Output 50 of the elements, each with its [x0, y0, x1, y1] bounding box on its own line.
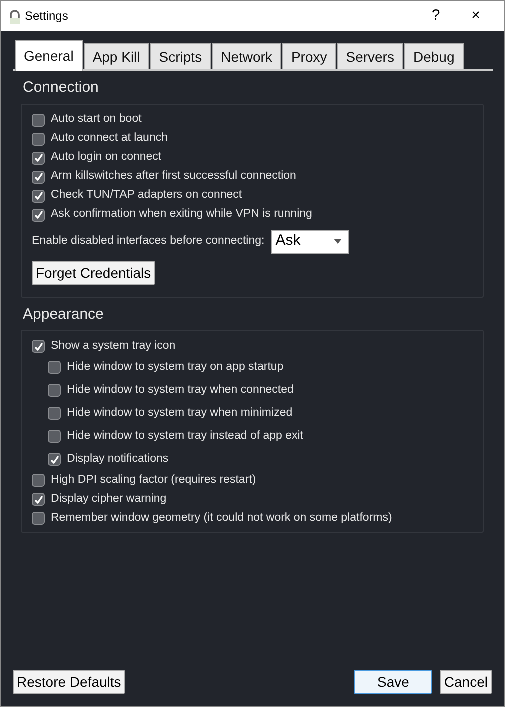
tab[interactable]: Servers [337, 43, 404, 69]
checkbox[interactable] [32, 152, 45, 164]
checkbox[interactable] [32, 208, 45, 222]
checkbox-label: Hide window to system tray on app startup [67, 360, 284, 375]
checkbox[interactable] [48, 407, 61, 420]
forget-credentials-button[interactable]: Forget Credentials [32, 260, 156, 284]
checkbox-label: Auto start on boot [51, 112, 142, 128]
field-label: Enable disabled interfaces before connecting: [32, 234, 265, 249]
checkbox[interactable] [48, 453, 61, 466]
checkbox[interactable] [32, 340, 45, 353]
checkbox[interactable] [48, 384, 61, 397]
section-title: Appearance [23, 304, 105, 324]
tab[interactable]: Proxy [282, 43, 336, 69]
checkbox-label: Show a system tray icon [51, 338, 176, 354]
close-button[interactable]: × [456, 4, 496, 28]
checkbox[interactable] [48, 430, 61, 443]
tab[interactable]: App Kill [84, 43, 150, 69]
checkbox-label: Remember window geometry (it could not work on some platforms) [51, 510, 392, 526]
checkbox[interactable] [32, 190, 45, 202]
checkbox[interactable] [32, 132, 45, 146]
checkbox-label: Arm killswitches after first successful connection [51, 169, 296, 184]
checkbox-label: Hide window to system tray when connected [67, 382, 294, 398]
checkbox-label: Check TUN/TAP adapters on connect [51, 188, 242, 204]
checkbox[interactable] [32, 493, 45, 506]
checkbox[interactable] [48, 361, 61, 374]
window-title: Settings [25, 9, 68, 23]
checkbox-label: Hide window to system tray instead of app exit [67, 428, 304, 444]
dialog-button[interactable]: Save [354, 670, 432, 694]
checkbox-label: Auto connect at launch [51, 131, 168, 146]
dialog-button[interactable]: Restore Defaults [13, 670, 126, 694]
checkbox-label: High DPI scaling factor (requires restart) [51, 472, 256, 488]
tab[interactable]: Network [212, 43, 282, 69]
checkbox-label: Ask confirmation when exiting while VPN is running [51, 207, 312, 222]
checkbox-label: Display notifications [67, 452, 169, 467]
tab[interactable]: Debug [404, 43, 464, 69]
checkbox-label: Display cipher warning [51, 492, 167, 507]
checkbox-label: Hide window to system tray when minimized [67, 406, 293, 421]
checkbox[interactable] [32, 114, 45, 126]
dialog-button[interactable]: Cancel [440, 670, 492, 694]
lock-icon [9, 10, 21, 24]
checkbox-label: Auto login on connect [51, 150, 162, 166]
dropdown[interactable]: Ask [270, 230, 349, 254]
section-title: Connection [23, 78, 100, 98]
tab[interactable]: General [15, 40, 83, 71]
caret-icon [334, 238, 342, 244]
tab[interactable]: Scripts [150, 43, 212, 69]
checkbox[interactable] [32, 474, 45, 487]
help-button[interactable]: ? [416, 4, 456, 28]
checkbox[interactable] [32, 170, 45, 184]
checkbox[interactable] [32, 512, 45, 525]
